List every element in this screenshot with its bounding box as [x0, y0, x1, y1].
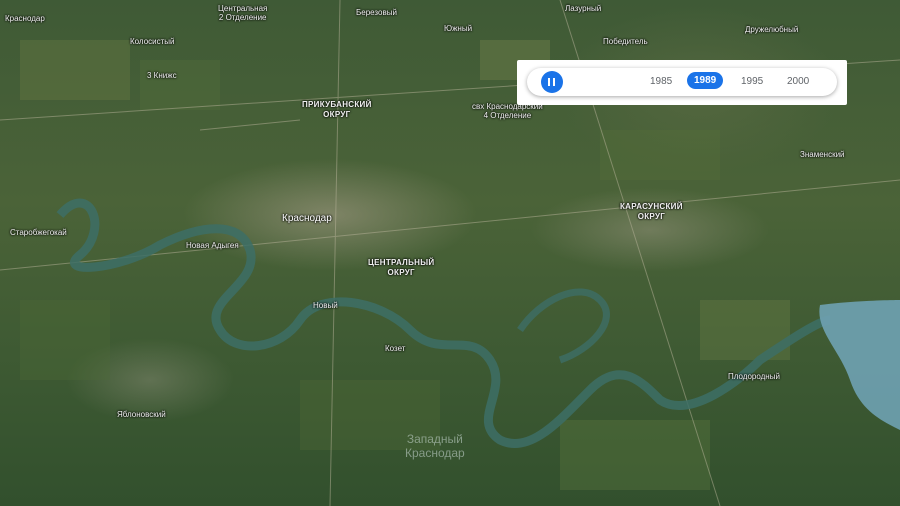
- district-label-karasunsky: КАРАСУНСКИЙ ОКРУГ: [620, 202, 683, 222]
- krasnodar-reservoir: [819, 300, 900, 430]
- reservoir-label: Западный Краснодар: [405, 432, 465, 460]
- place-label: 3 Книжс: [147, 71, 177, 80]
- place-label: Новая Адыгея: [186, 241, 239, 250]
- place-label: Яблоновский: [117, 410, 166, 419]
- district-label-line: ЦЕНТРАЛЬНЫЙ: [368, 258, 435, 267]
- place-label-line: Центральная: [218, 4, 268, 13]
- district-label-line: КАРАСУНСКИЙ: [620, 202, 683, 211]
- place-label: Новый: [313, 301, 338, 310]
- place-label: Знаменский: [800, 150, 845, 159]
- place-label: Плодородный: [728, 372, 780, 381]
- place-label-line: 2 Отделение: [218, 13, 267, 22]
- field-patch: [600, 130, 720, 180]
- district-label-line: ОКРУГ: [387, 268, 415, 277]
- district-label-line: ПРИКУБАНСКИЙ: [302, 100, 372, 109]
- field-patch: [140, 60, 220, 110]
- place-label: Южный: [444, 24, 473, 33]
- district-label-line: ОКРУГ: [323, 110, 351, 119]
- district-label-central: ЦЕНТРАЛЬНЫЙ ОКРУГ: [368, 258, 434, 278]
- reservoir-label-line: Краснодар: [405, 446, 465, 460]
- place-label: Краснодар: [5, 14, 45, 23]
- district-label-prikubansky: ПРИКУБАНСКИЙ ОКРУГ: [302, 100, 372, 120]
- timelapse-track[interactable]: 1985 1989 1995 2000: [527, 68, 837, 96]
- place-label: Старобжегокай: [10, 228, 67, 237]
- district-label-line: ОКРУГ: [637, 212, 666, 221]
- pause-button[interactable]: [541, 71, 563, 93]
- place-label: Центральная 2 Отделение: [218, 4, 267, 22]
- city-label: Краснодар: [282, 213, 332, 224]
- river-oxbow: [517, 288, 610, 364]
- place-label: Победитель: [603, 37, 648, 46]
- road: [199, 119, 301, 131]
- field-patch: [20, 300, 110, 380]
- place-label: Лазурный: [565, 4, 602, 13]
- place-label: Козет: [385, 344, 406, 353]
- place-label-line: 4 Отделение: [483, 111, 532, 120]
- pause-bar: [548, 78, 550, 86]
- place-label: Дружелюбный: [745, 25, 799, 34]
- pause-bar: [553, 78, 555, 86]
- field-patch: [560, 420, 710, 490]
- timelapse-panel: 1985 1989 1995 2000: [517, 60, 847, 105]
- year-1985[interactable]: 1985: [650, 76, 672, 87]
- year-1995[interactable]: 1995: [741, 76, 763, 87]
- place-label: Березовый: [356, 8, 397, 17]
- field-patch: [20, 40, 130, 100]
- year-1989-selected[interactable]: 1989: [687, 72, 724, 89]
- year-2000[interactable]: 2000: [787, 76, 809, 87]
- place-label: Колосистый: [130, 37, 175, 46]
- reservoir-label-line: Западный: [406, 432, 463, 446]
